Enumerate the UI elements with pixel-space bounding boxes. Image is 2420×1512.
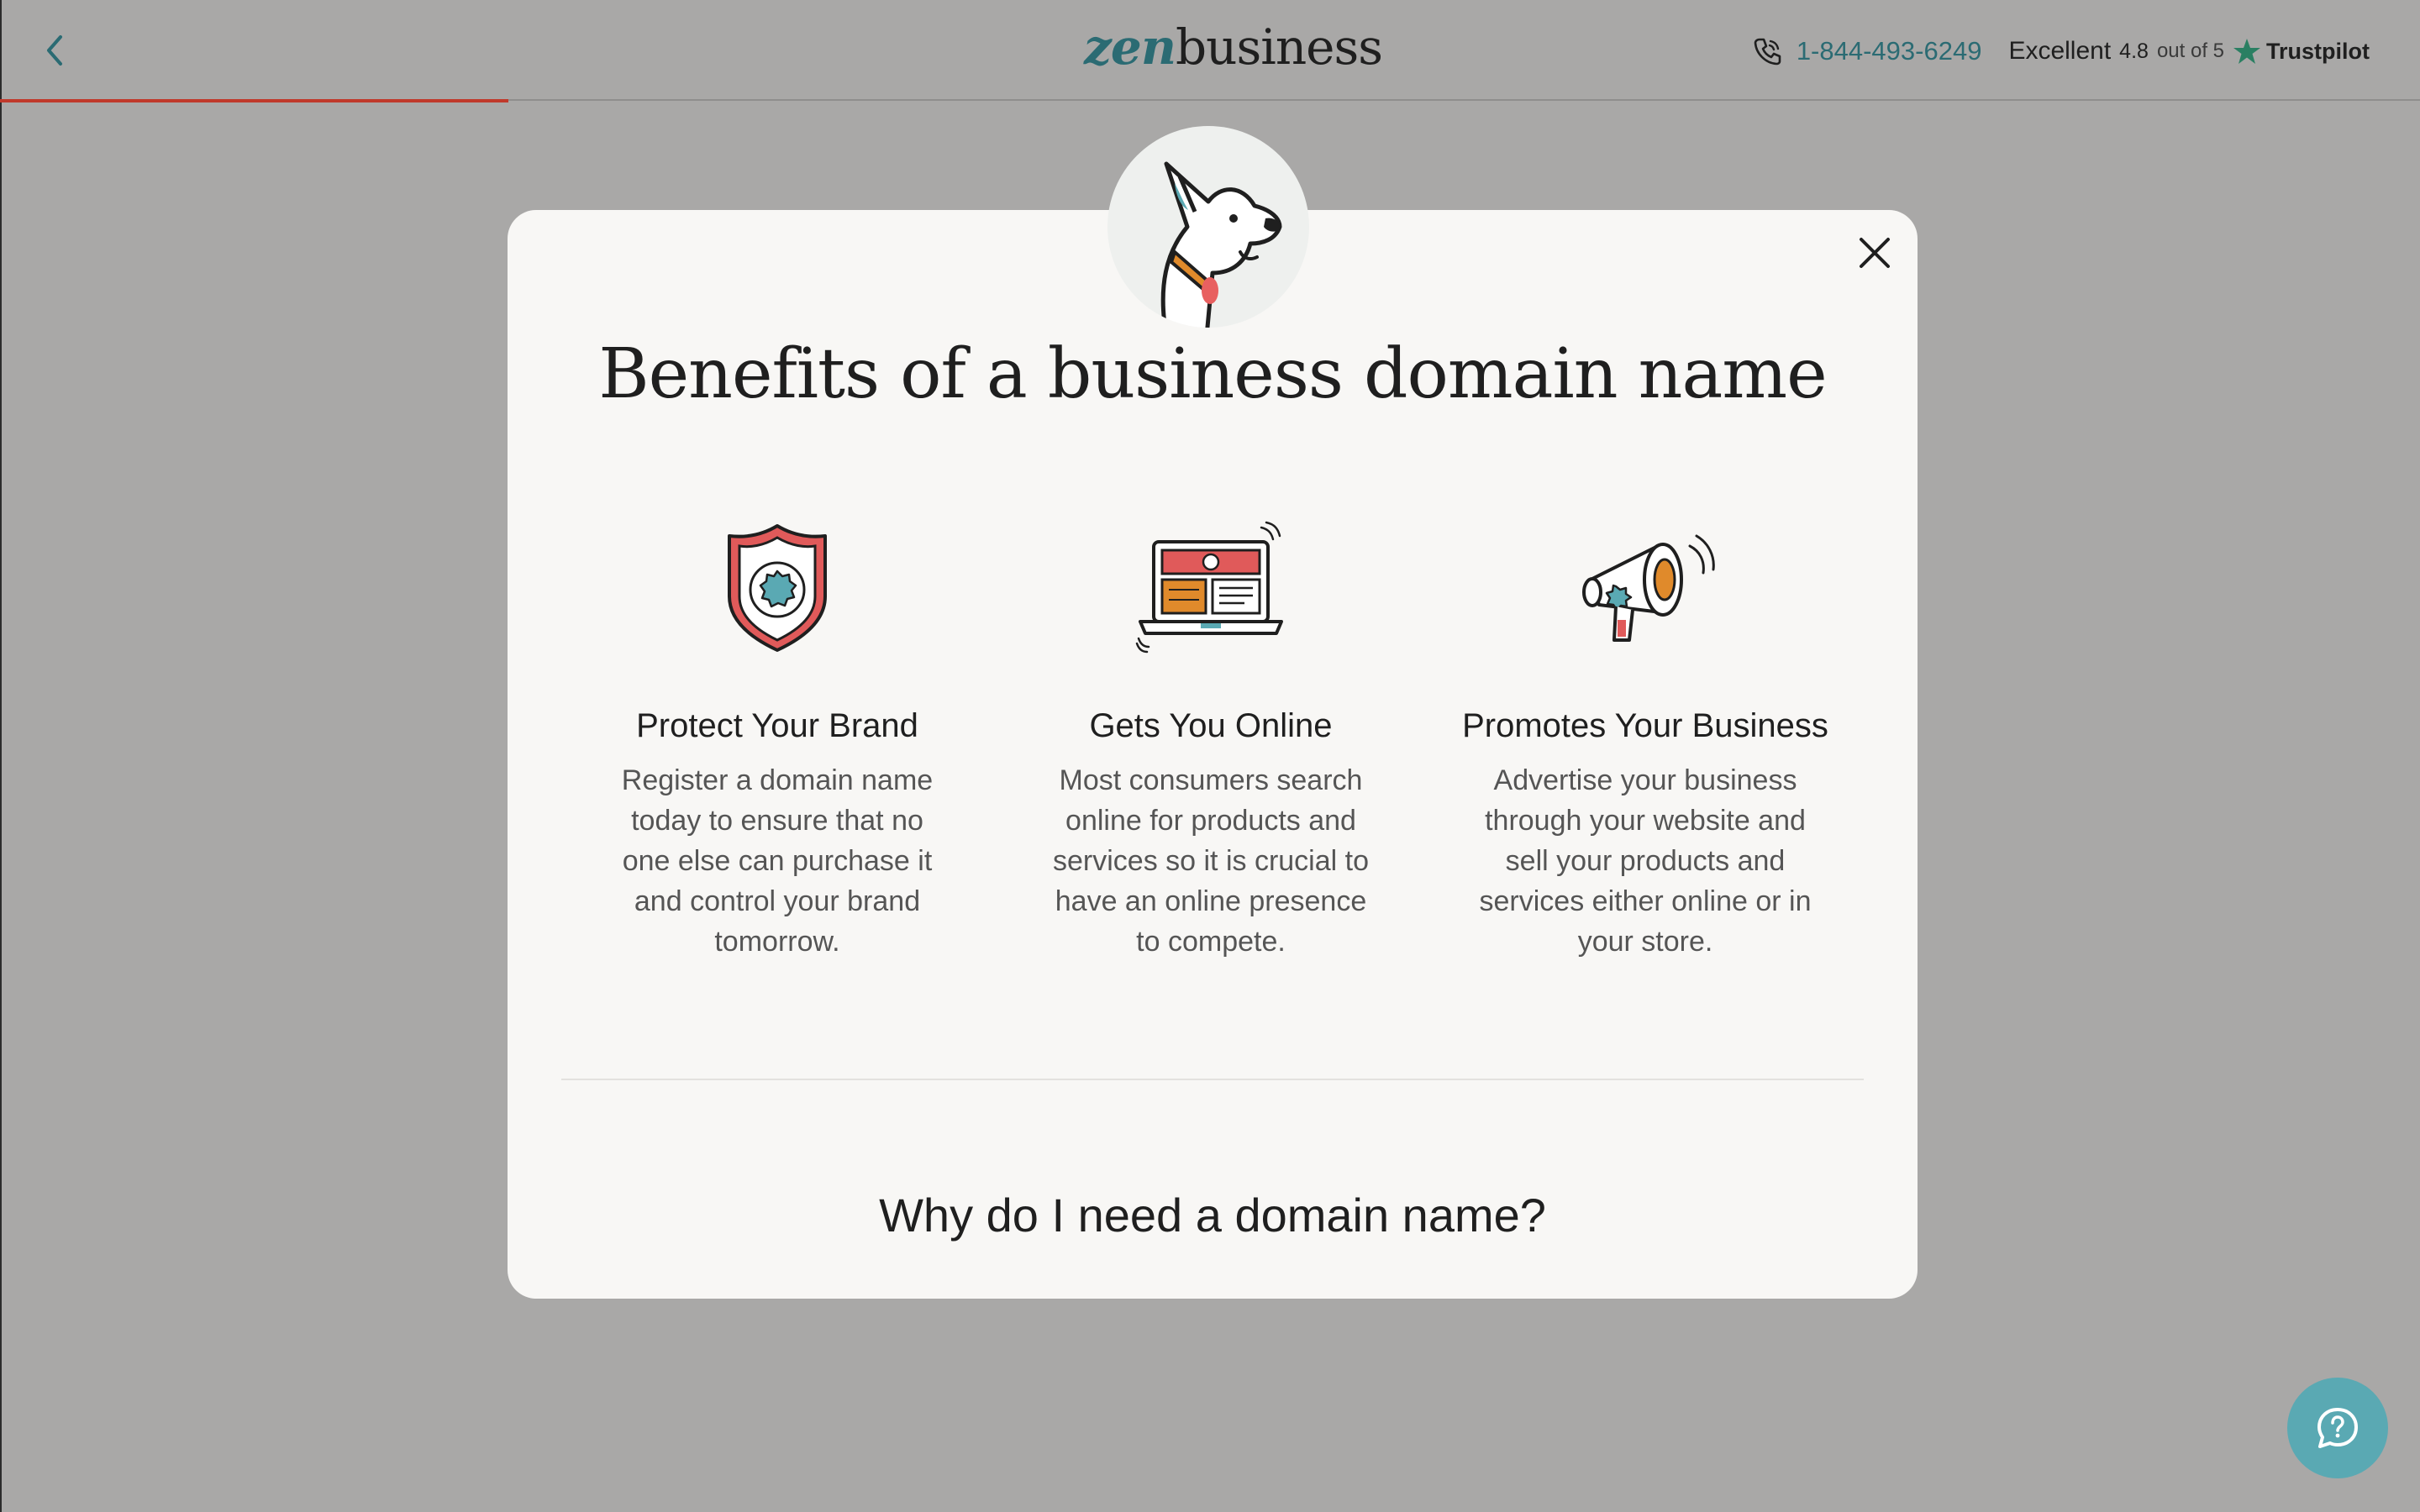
- help-chat-button[interactable]: [2287, 1378, 2388, 1478]
- star-icon: [2233, 39, 2260, 64]
- section-divider: [561, 1079, 1864, 1080]
- logo-zen: zen: [1084, 18, 1176, 76]
- rating-word: Excellent: [2008, 37, 2112, 65]
- window-edge: [0, 0, 2, 1512]
- top-header: zen business 1-844-493-6249 Excellent 4.8…: [0, 0, 2420, 102]
- megaphone-icon: [1582, 534, 1715, 642]
- close-icon: [1860, 238, 1890, 268]
- benefit-heading: Promotes Your Business: [1462, 707, 1828, 744]
- benefit-promotes-business: Promotes Your Business Advertise your bu…: [1460, 512, 1830, 962]
- benefit-text: Register a domain name today to ensure t…: [621, 764, 934, 958]
- shield-icon: [728, 524, 827, 652]
- back-button[interactable]: [37, 30, 71, 71]
- trustpilot-brand: Trustpilot: [2233, 38, 2370, 65]
- modal-title: Benefits of a business domain name: [598, 334, 1827, 414]
- rating-out-of: out of 5: [2156, 39, 2224, 62]
- benefit-heading: Gets You Online: [1089, 707, 1333, 744]
- trustpilot-rating[interactable]: Excellent 4.8 out of 5 Trustpilot: [1996, 37, 2370, 66]
- phone-link[interactable]: 1-844-493-6249: [1753, 36, 1982, 66]
- chat-question-icon: [2317, 1408, 2358, 1448]
- phone-number[interactable]: 1-844-493-6249: [1797, 36, 1982, 66]
- benefit-gets-online: Gets You Online Most consumers search on…: [1026, 512, 1396, 962]
- close-button[interactable]: [1854, 232, 1896, 274]
- benefit-text: Advertise your business through your web…: [1479, 764, 1812, 958]
- laptop-icon: [1135, 521, 1283, 654]
- benefit-heading: Protect Your Brand: [636, 707, 918, 744]
- zenbusiness-logo[interactable]: zen business: [1084, 18, 1383, 77]
- phone-icon: [1754, 38, 1781, 66]
- benefit-protect-brand: Protect Your Brand Register a domain nam…: [592, 512, 962, 962]
- rating-score: 4.8: [2119, 39, 2149, 63]
- benefit-text: Most consumers search online for product…: [1053, 764, 1369, 958]
- why-heading[interactable]: Why do I need a domain name?: [508, 1188, 1918, 1242]
- dog-mascot: [1107, 126, 1309, 328]
- progress-bar: [0, 99, 508, 102]
- header-right: 1-844-493-6249 Excellent 4.8 out of 5 Tr…: [1753, 30, 2370, 72]
- trustpilot-label: Trustpilot: [2266, 38, 2370, 64]
- chevron-left-icon: [47, 35, 62, 66]
- logo-business: business: [1176, 18, 1383, 76]
